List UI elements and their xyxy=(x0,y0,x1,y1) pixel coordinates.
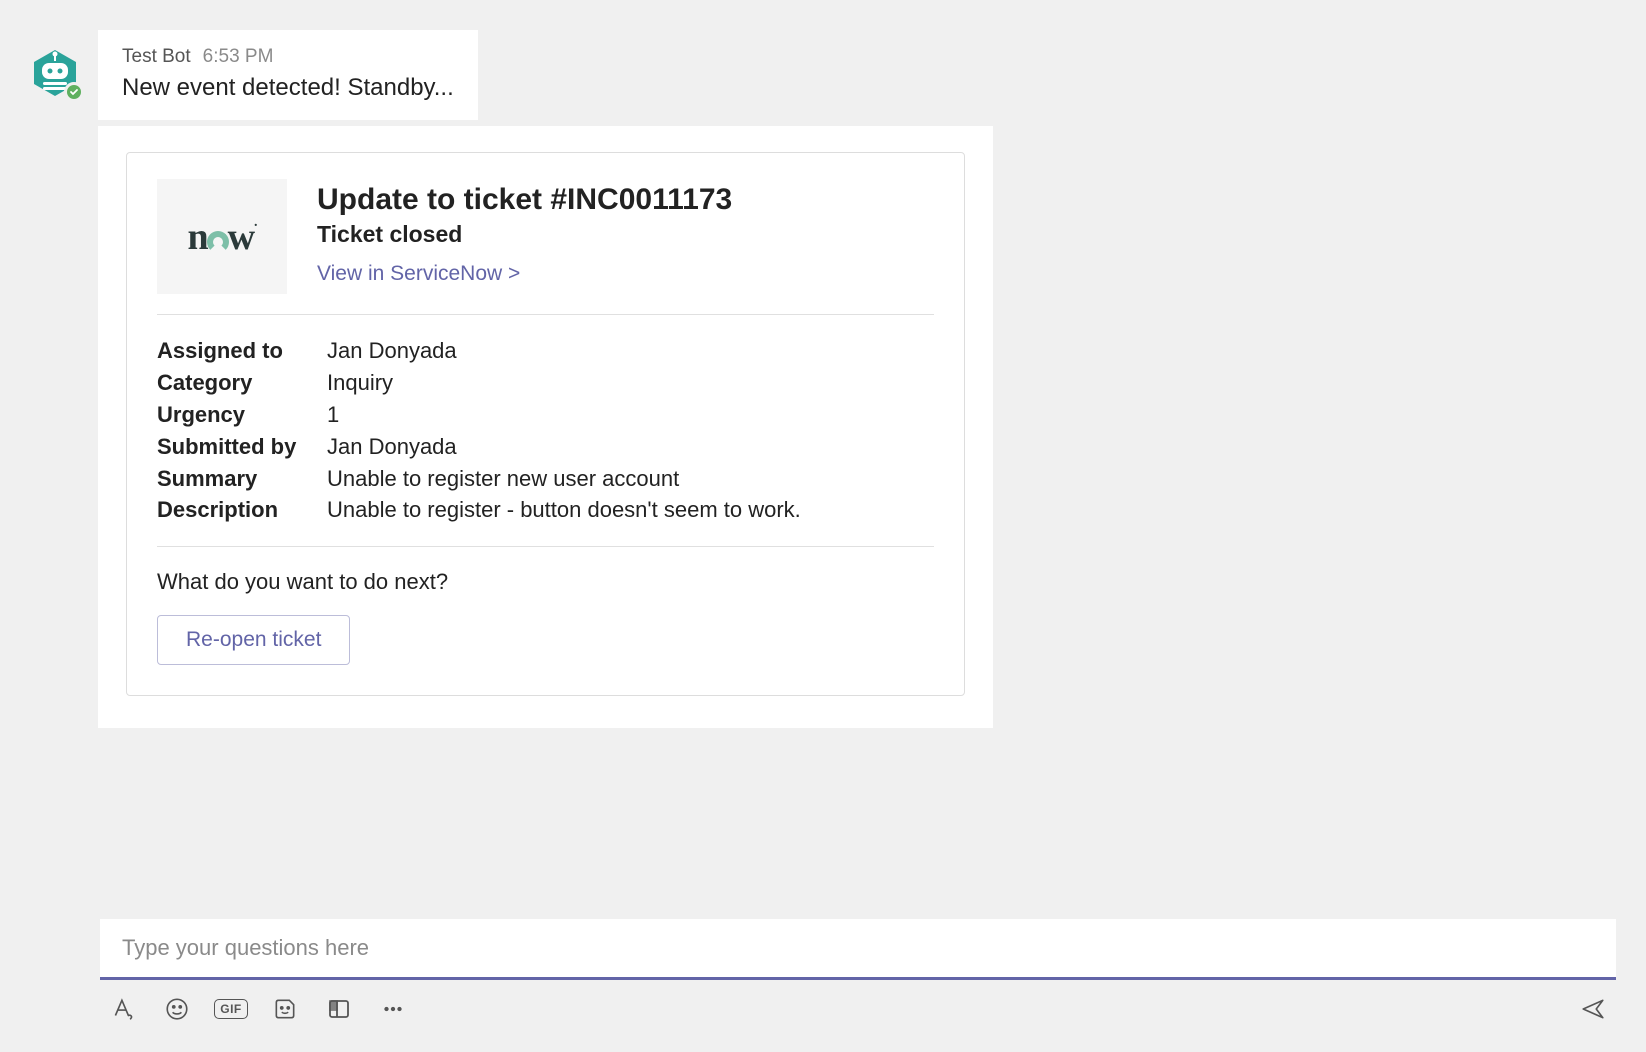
fact-label: Category xyxy=(157,367,327,399)
fact-label: Submitted by xyxy=(157,431,327,463)
fact-label: Summary xyxy=(157,463,327,495)
bot-avatar xyxy=(30,48,80,98)
adaptive-card-container: nw. Update to ticket #INC0011173 Ticket … xyxy=(98,126,993,728)
reopen-ticket-button[interactable]: Re-open ticket xyxy=(157,615,350,665)
servicenow-logo: nw. xyxy=(157,179,287,294)
message-composer: GIF xyxy=(100,919,1616,1022)
view-in-servicenow-link[interactable]: View in ServiceNow > xyxy=(317,262,520,285)
message-timestamp: 6:53 PM xyxy=(203,46,274,68)
card-title: Update to ticket #INC0011173 xyxy=(317,183,934,217)
emoji-icon[interactable] xyxy=(164,996,190,1022)
presence-available-icon xyxy=(64,82,84,102)
fact-row: Summary Unable to register new user acco… xyxy=(157,463,934,495)
card-prompt: What do you want to do next? xyxy=(157,547,934,615)
fact-row: Assigned to Jan Donyada xyxy=(157,335,934,367)
more-icon[interactable] xyxy=(380,996,406,1022)
fact-value: 1 xyxy=(327,399,339,431)
card-subtitle: Ticket closed xyxy=(317,221,934,248)
compose-input[interactable] xyxy=(122,935,1594,961)
format-icon[interactable] xyxy=(110,996,136,1022)
message-text: New event detected! Standby... xyxy=(122,74,454,102)
extension-icon[interactable] xyxy=(326,996,352,1022)
fact-row: Description Unable to register - button … xyxy=(157,494,934,526)
fact-label: Description xyxy=(157,494,327,526)
fact-label: Assigned to xyxy=(157,335,327,367)
fact-row: Urgency 1 xyxy=(157,399,934,431)
sticker-icon[interactable] xyxy=(272,996,298,1022)
fact-value: Jan Donyada xyxy=(327,431,457,463)
fact-value: Unable to register new user account xyxy=(327,463,679,495)
fact-value: Unable to register - button doesn't seem… xyxy=(327,494,801,526)
fact-row: Submitted by Jan Donyada xyxy=(157,431,934,463)
fact-row: Category Inquiry xyxy=(157,367,934,399)
sender-name: Test Bot xyxy=(122,46,191,68)
fact-value: Inquiry xyxy=(327,367,393,399)
facts-table: Assigned to Jan Donyada Category Inquiry… xyxy=(157,315,934,547)
fact-label: Urgency xyxy=(157,399,327,431)
gif-icon[interactable]: GIF xyxy=(218,996,244,1022)
send-icon[interactable] xyxy=(1580,996,1606,1022)
fact-value: Jan Donyada xyxy=(327,335,457,367)
message-bubble: Test Bot 6:53 PM New event detected! Sta… xyxy=(98,30,478,120)
